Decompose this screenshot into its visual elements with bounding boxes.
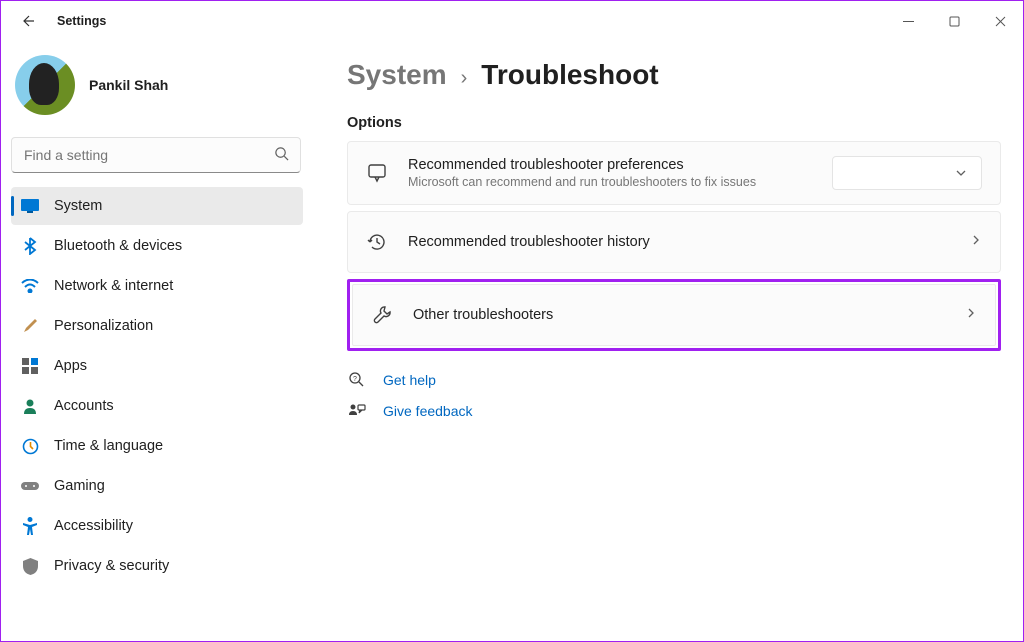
bluetooth-icon xyxy=(21,237,39,255)
sidebar-item-label: Gaming xyxy=(54,478,105,494)
breadcrumb: System › Troubleshoot xyxy=(347,59,1001,91)
sidebar-item-label: Network & internet xyxy=(54,278,173,294)
link-label: Get help xyxy=(383,372,436,388)
minimize-icon xyxy=(903,16,914,27)
give-feedback-link[interactable]: Give feedback xyxy=(347,403,1001,419)
gamepad-icon xyxy=(21,477,39,495)
maximize-button[interactable] xyxy=(931,2,977,40)
sidebar-nav: System Bluetooth & devices Network & int… xyxy=(7,187,307,585)
profile-block[interactable]: Pankil Shah xyxy=(7,41,307,133)
sidebar-item-label: Accessibility xyxy=(54,518,133,534)
wrench-icon xyxy=(371,305,393,325)
clock-icon xyxy=(21,437,39,455)
chevron-down-icon xyxy=(955,167,967,179)
sidebar-item-label: Privacy & security xyxy=(54,558,169,574)
card-troubleshooter-history[interactable]: Recommended troubleshooter history xyxy=(347,211,1001,273)
card-subtitle: Microsoft can recommend and run troubles… xyxy=(408,175,812,189)
sidebar-item-label: Bluetooth & devices xyxy=(54,238,182,254)
brush-icon xyxy=(21,317,39,335)
window-controls xyxy=(885,2,1023,40)
close-button[interactable] xyxy=(977,2,1023,40)
sidebar-item-apps[interactable]: Apps xyxy=(11,347,303,385)
monitor-icon xyxy=(21,197,39,215)
chevron-right-icon xyxy=(965,306,977,324)
sidebar-item-time-language[interactable]: Time & language xyxy=(11,427,303,465)
breadcrumb-parent[interactable]: System xyxy=(347,59,447,91)
section-label: Options xyxy=(347,115,1001,131)
feedback-icon xyxy=(347,403,367,419)
maximize-icon xyxy=(949,16,960,27)
sidebar-item-privacy[interactable]: Privacy & security xyxy=(11,547,303,585)
sidebar: Pankil Shah System Bluetooth & devices N… xyxy=(1,41,313,641)
search-icon xyxy=(274,146,289,166)
breadcrumb-current: Troubleshoot xyxy=(481,59,658,91)
accessibility-icon xyxy=(21,517,39,535)
apps-icon xyxy=(21,357,39,375)
close-icon xyxy=(995,16,1006,27)
sidebar-item-personalization[interactable]: Personalization xyxy=(11,307,303,345)
sidebar-item-label: Time & language xyxy=(54,438,163,454)
recommended-prefs-dropdown[interactable] xyxy=(832,156,982,190)
svg-text:?: ? xyxy=(353,376,357,383)
sidebar-item-label: Accounts xyxy=(54,398,114,414)
link-label: Give feedback xyxy=(383,403,473,419)
sidebar-item-label: Apps xyxy=(54,358,87,374)
window-title: Settings xyxy=(57,14,106,28)
history-icon xyxy=(366,232,388,252)
card-other-troubleshooters[interactable]: Other troubleshooters xyxy=(352,284,996,346)
sidebar-item-network[interactable]: Network & internet xyxy=(11,267,303,305)
sidebar-item-bluetooth[interactable]: Bluetooth & devices xyxy=(11,227,303,265)
chat-icon xyxy=(366,163,388,183)
arrow-left-icon xyxy=(19,13,35,29)
shield-icon xyxy=(21,557,39,575)
minimize-button[interactable] xyxy=(885,2,931,40)
sidebar-item-accessibility[interactable]: Accessibility xyxy=(11,507,303,545)
sidebar-item-label: Personalization xyxy=(54,318,153,334)
sidebar-item-accounts[interactable]: Accounts xyxy=(11,387,303,425)
wifi-icon xyxy=(21,277,39,295)
sidebar-item-label: System xyxy=(54,198,102,214)
chevron-right-icon xyxy=(970,233,982,251)
person-icon xyxy=(21,397,39,415)
sidebar-item-gaming[interactable]: Gaming xyxy=(11,467,303,505)
sidebar-item-system[interactable]: System xyxy=(11,187,303,225)
card-title: Other troubleshooters xyxy=(413,307,945,323)
avatar xyxy=(15,55,75,115)
highlight-box: Other troubleshooters xyxy=(347,279,1001,351)
search-input[interactable] xyxy=(11,137,301,173)
chevron-right-icon: › xyxy=(461,67,468,90)
get-help-link[interactable]: ? Get help xyxy=(347,371,1001,389)
card-title: Recommended troubleshooter history xyxy=(408,234,950,250)
back-button[interactable] xyxy=(11,5,43,37)
profile-name: Pankil Shah xyxy=(89,77,168,93)
card-recommended-prefs: Recommended troubleshooter preferences M… xyxy=(347,141,1001,205)
help-icon: ? xyxy=(347,371,367,389)
card-title: Recommended troubleshooter preferences xyxy=(408,157,812,173)
main-content: System › Troubleshoot Options Recommende… xyxy=(313,41,1023,641)
